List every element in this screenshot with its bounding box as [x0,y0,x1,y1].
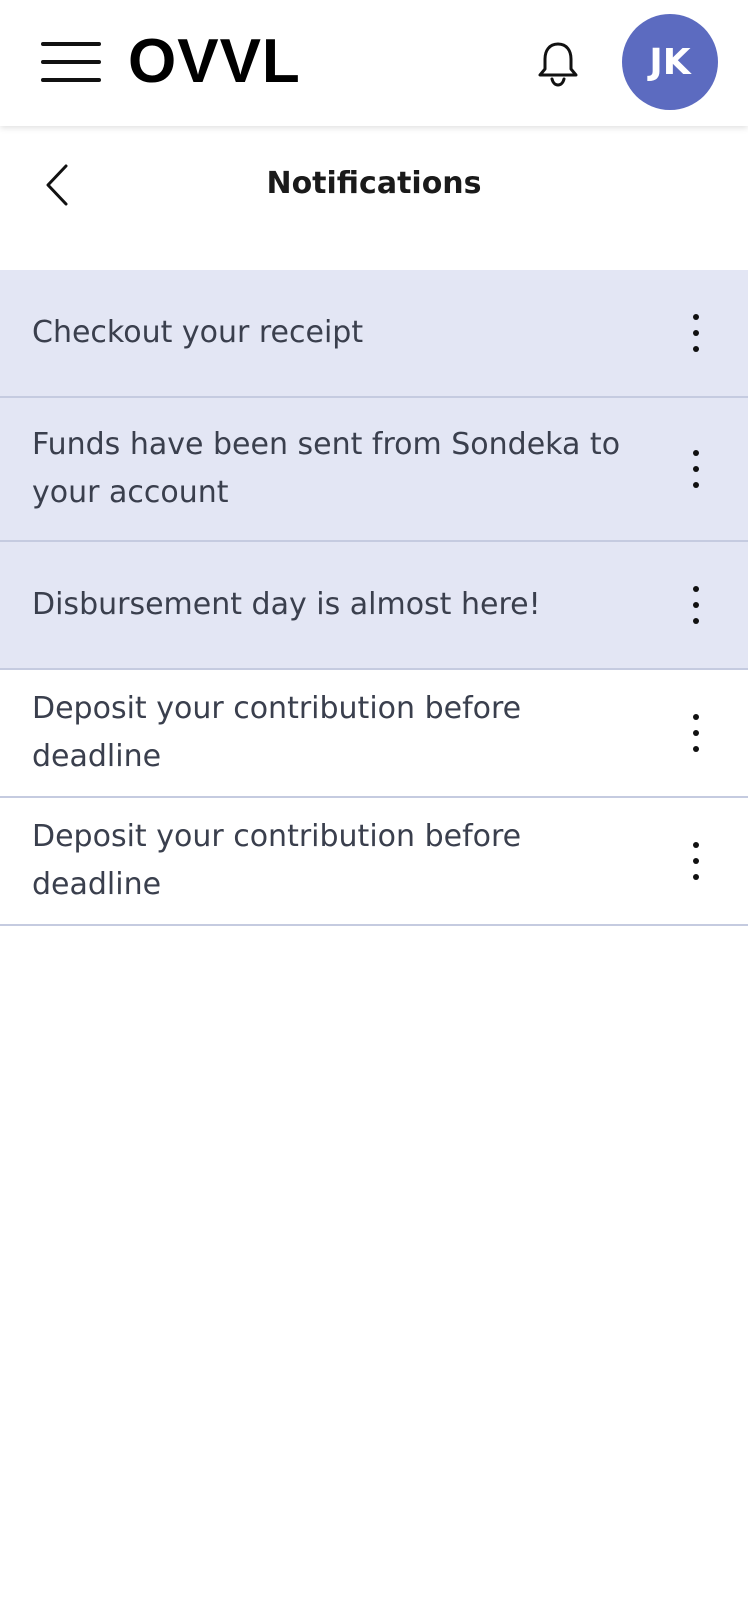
more-options-button[interactable] [684,708,708,758]
more-vertical-icon-dot [693,602,699,608]
notification-item[interactable]: Deposit your contribution before deadlin… [0,798,748,926]
notification-text: Disbursement day is almost here! [32,587,541,622]
avatar[interactable]: JK [622,14,718,110]
notification-item[interactable]: Deposit your contribution before deadlin… [0,670,748,798]
more-options-button[interactable] [684,308,708,358]
more-vertical-icon-dot [693,746,699,752]
more-vertical-icon-dot [693,482,699,488]
notification-text: Checkout your receipt [32,315,364,350]
notification-item[interactable]: Disbursement day is almost here! [0,542,748,670]
more-vertical-icon-dot [693,730,699,736]
more-vertical-icon-dot [693,330,699,336]
more-options-button[interactable] [684,580,708,630]
page-header: Notifications [0,126,748,270]
notification-item[interactable]: Funds have been sent from Sondeka to you… [0,398,748,542]
more-vertical-icon [693,314,699,320]
more-vertical-icon-dot [693,618,699,624]
app-bar: OVVL JK [0,0,748,126]
more-options-button[interactable] [684,836,708,886]
app-logo[interactable]: OVVL [128,26,301,98]
notifications-button[interactable] [534,38,582,88]
notification-text: Deposit your contribution before deadlin… [32,819,522,902]
hamburger-icon-line [41,60,101,64]
menu-button[interactable] [38,36,104,88]
more-vertical-icon-dot [693,466,699,472]
notification-text: Deposit your contribution before deadlin… [32,691,522,774]
more-vertical-icon-dot [693,858,699,864]
more-options-button[interactable] [684,444,708,494]
more-vertical-icon-dot [693,874,699,880]
more-vertical-icon [693,450,699,456]
notification-item[interactable]: Checkout your receipt [0,270,748,398]
more-vertical-icon-dot [693,346,699,352]
more-vertical-icon [693,842,699,848]
more-vertical-icon [693,714,699,720]
more-vertical-icon [693,586,699,592]
hamburger-icon [41,42,101,46]
notification-text: Funds have been sent from Sondeka to you… [32,427,621,510]
page-title: Notifications [266,166,482,201]
hamburger-icon-line [41,78,101,82]
bell-icon [538,42,578,87]
notification-list: Checkout your receipt Funds have been se… [0,270,748,926]
